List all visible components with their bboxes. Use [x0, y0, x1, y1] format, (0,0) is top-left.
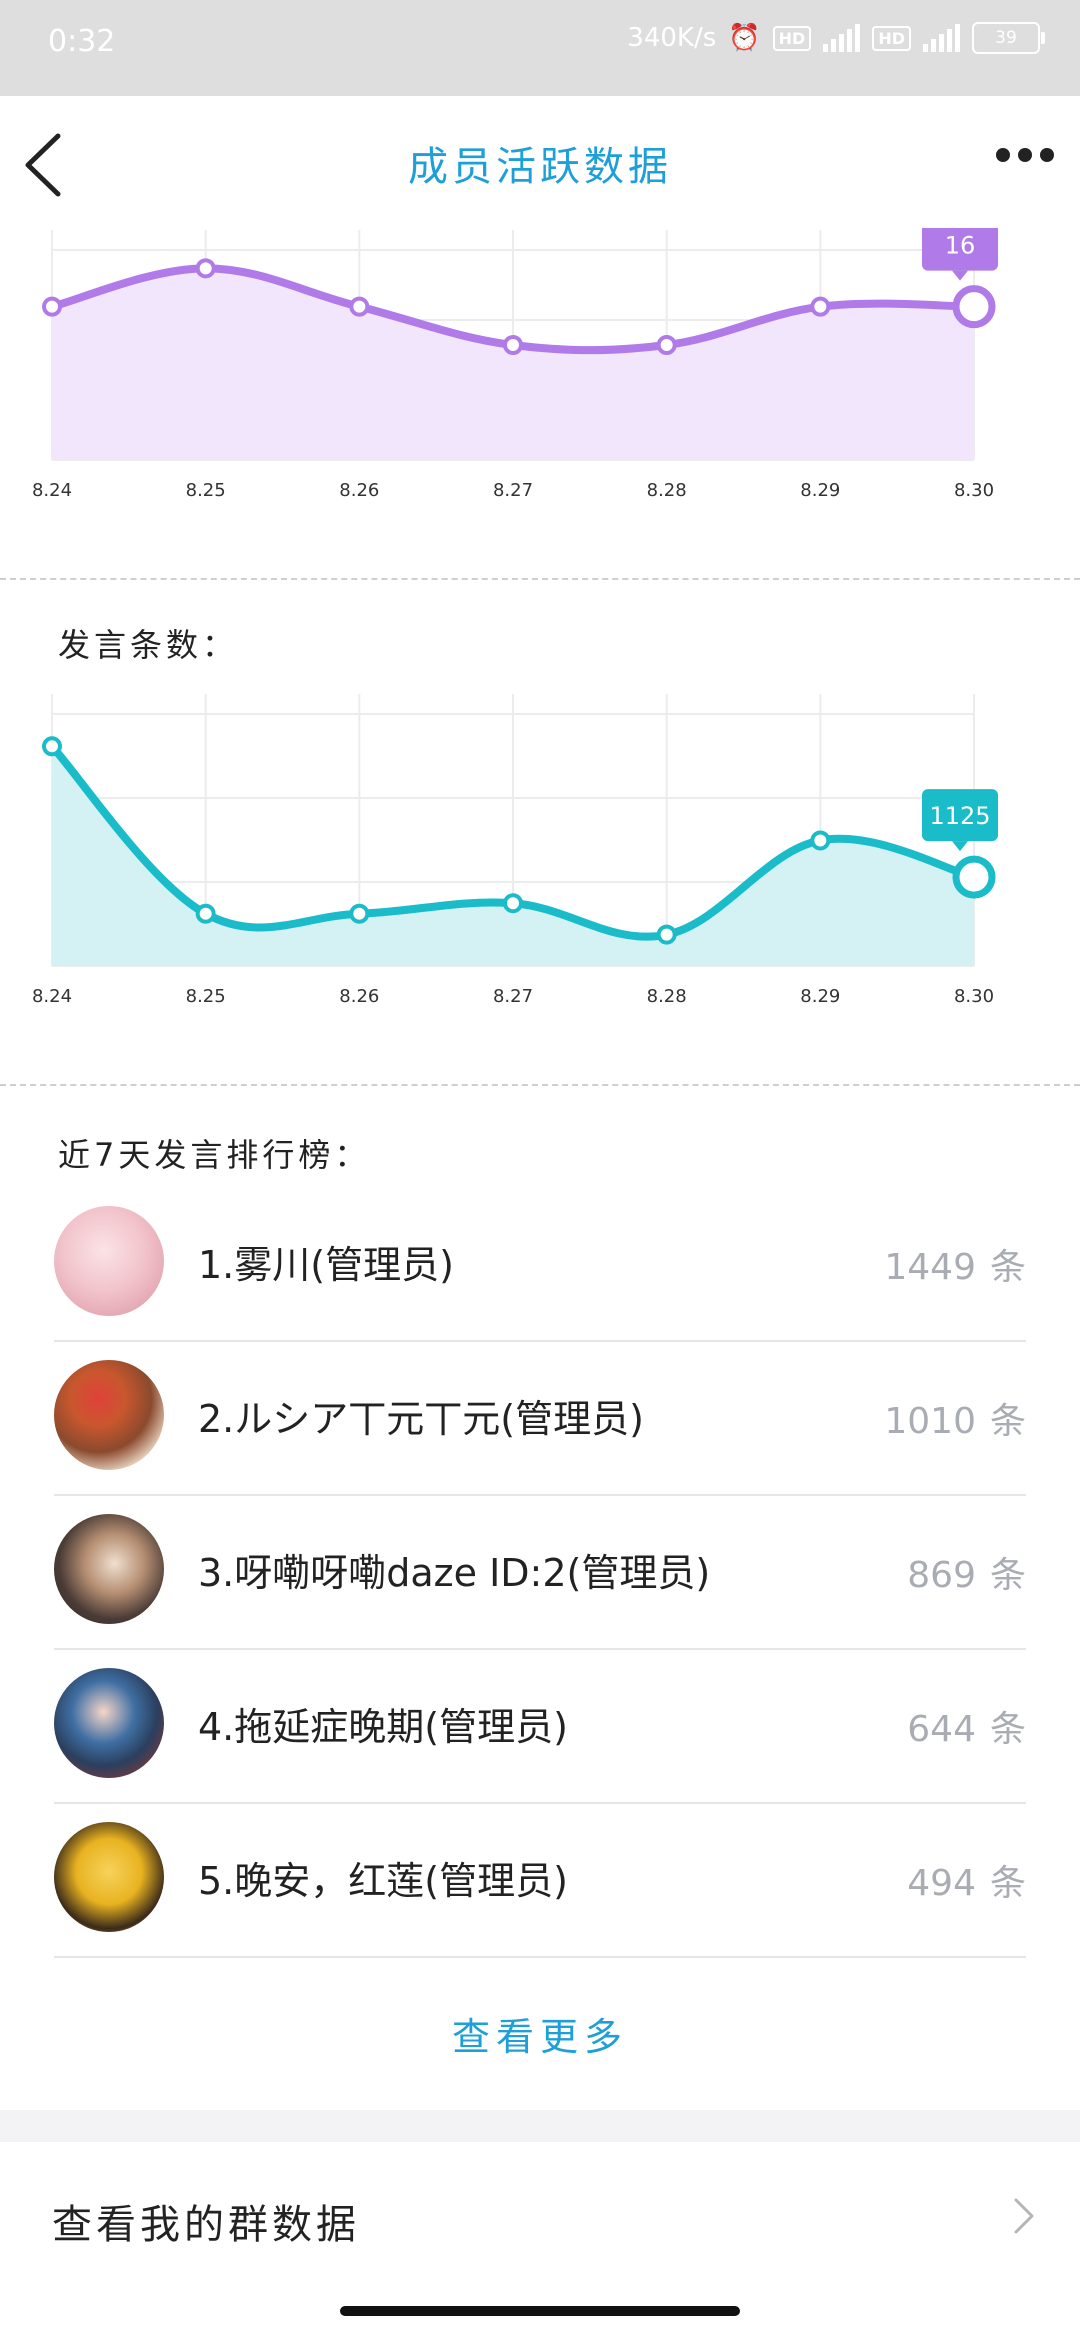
- x-tick-label: 8.25: [186, 480, 226, 501]
- data-point: [349, 903, 370, 924]
- hd-badge: HD: [772, 25, 812, 51]
- data-point: [810, 830, 831, 851]
- ranking-count: 1449 条: [884, 1247, 1026, 1288]
- data-point: [503, 893, 523, 914]
- x-tick-label: 8.26: [339, 480, 379, 501]
- data-point: [195, 903, 216, 924]
- x-tick-label: 8.26: [339, 986, 379, 1007]
- data-point: [810, 296, 831, 317]
- x-tick-label: 8.28: [647, 480, 687, 501]
- ranking-name: 4.拖延症晚期(管理员): [198, 1705, 568, 1749]
- status-bar: 0:32 340K/s ⏰ HD HD 39: [0, 0, 1080, 96]
- status-icons: 340K/s ⏰ HD HD 39: [627, 22, 1045, 54]
- x-tick-label: 8.29: [800, 986, 840, 1007]
- ranking-count: 494 条: [907, 1863, 1026, 1904]
- avatar: [54, 1514, 164, 1624]
- x-tick-label: 8.24: [32, 480, 72, 501]
- highlight-point: [952, 285, 996, 329]
- chart-svg: 1125 8.24 8.25 8.26 8.27 8.28 8.29 8.30: [32, 694, 998, 1007]
- hd-badge-2: HD: [872, 25, 911, 51]
- x-tick-label: 8.25: [186, 986, 226, 1007]
- x-tick-label: 8.28: [647, 986, 687, 1007]
- data-point: [656, 924, 677, 945]
- ranking-row[interactable]: 2.ルシア丅元丅元(管理员) 1010 条: [54, 1340, 1026, 1496]
- status-time: 0:32: [48, 24, 116, 59]
- message-count-chart: 1125 8.24 8.25 8.26 8.27 8.28 8.29 8.30: [0, 690, 1080, 1020]
- member-count-chart: 16 8.24 8.25 8.26 8.27 8.28 8.29 8.30: [0, 228, 1080, 518]
- nav-header: 成员活跃数据: [0, 96, 1080, 228]
- data-point: [42, 296, 62, 317]
- ranking-row[interactable]: 5.晚安，红莲(管理员) 494 条: [54, 1802, 1026, 1958]
- page-title: 成员活跃数据: [408, 144, 672, 190]
- value-label: 16: [945, 232, 976, 260]
- ranking-name: 2.ルシア丅元丅元(管理员): [198, 1397, 644, 1441]
- avatar: [54, 1360, 164, 1470]
- x-tick-label: 8.30: [954, 986, 994, 1007]
- ranking-name: 1.雾川(管理员): [198, 1243, 454, 1287]
- network-speed: 340K/s: [627, 23, 717, 53]
- x-tick-label: 8.29: [800, 480, 840, 501]
- chart-svg: 16 8.24 8.25 8.26 8.27 8.28 8.29 8.30: [32, 228, 998, 501]
- section-gap: [0, 2110, 1080, 2142]
- value-bubble-tail: [952, 841, 968, 852]
- avatar: [54, 1206, 164, 1316]
- ranking-row[interactable]: 3.呀嘞呀嘞daze ID:2(管理员) 869 条: [54, 1494, 1026, 1650]
- battery-icon: 39: [972, 22, 1045, 54]
- section-divider: [0, 1084, 1080, 1086]
- my-group-data-label: 查看我的群数据: [52, 2202, 360, 2248]
- value-bubble-tail: [952, 270, 968, 281]
- data-point: [349, 296, 370, 317]
- ranking-title: 近7天发言排行榜：: [58, 1136, 371, 1174]
- data-point: [195, 258, 216, 279]
- ranking-row[interactable]: 4.拖延症晚期(管理员) 644 条: [54, 1648, 1026, 1804]
- avatar: [54, 1668, 164, 1778]
- home-indicator: [340, 2306, 740, 2316]
- signal-icon-2: [923, 24, 960, 52]
- x-tick-label: 8.27: [493, 986, 533, 1007]
- my-group-data-row[interactable]: 查看我的群数据: [0, 2142, 1080, 2292]
- data-point: [656, 335, 677, 355]
- data-point: [503, 335, 523, 355]
- ranking-count: 1010 条: [884, 1401, 1026, 1442]
- alarm-icon: ⏰: [728, 23, 761, 53]
- highlight-point: [952, 855, 996, 899]
- x-tick-label: 8.27: [493, 480, 533, 501]
- signal-icon: [823, 24, 861, 52]
- section-divider: [0, 578, 1080, 580]
- chevron-right-icon: [1014, 2198, 1034, 2234]
- view-more-link[interactable]: 查看更多: [0, 2006, 1080, 2061]
- x-tick-label: 8.24: [32, 986, 72, 1007]
- ranking-count: 644 条: [907, 1709, 1026, 1750]
- value-label: 1125: [929, 802, 990, 830]
- ranking-count: 869 条: [907, 1555, 1026, 1596]
- more-dots-icon[interactable]: [996, 148, 1054, 162]
- ranking-row[interactable]: 1.雾川(管理员) 1449 条: [54, 1186, 1026, 1342]
- ranking-name: 3.呀嘞呀嘞daze ID:2(管理员): [198, 1551, 711, 1595]
- ranking-name: 5.晚安，红莲(管理员): [198, 1859, 568, 1903]
- data-point: [42, 736, 62, 757]
- avatar: [54, 1822, 164, 1932]
- x-tick-label: 8.30: [954, 480, 994, 501]
- message-count-title: 发言条数：: [58, 626, 239, 664]
